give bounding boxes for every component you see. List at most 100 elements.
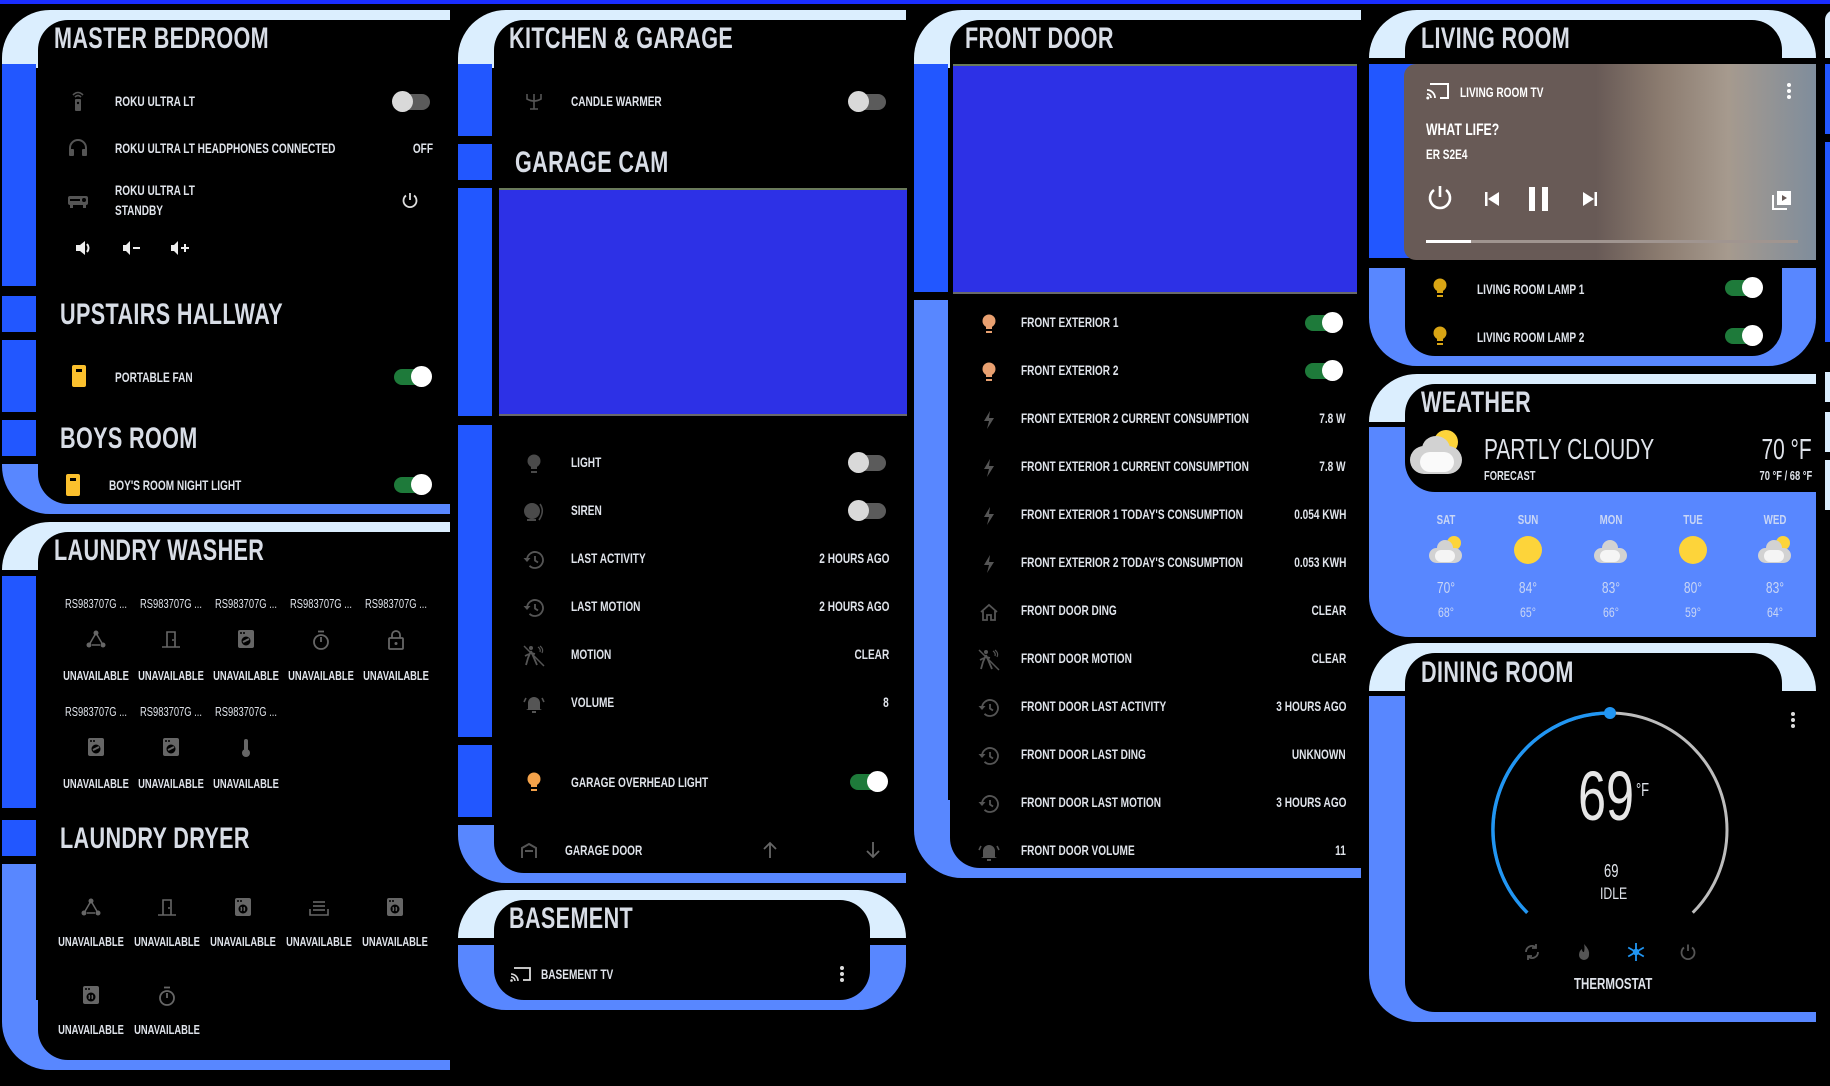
washer-entity-state: UNAVAILABLE	[63, 668, 129, 683]
fan-plug-icon	[67, 364, 91, 388]
flash-icon	[977, 408, 1001, 432]
power-button[interactable]	[398, 188, 422, 212]
forecast-high: 84°	[1518, 580, 1538, 597]
entity-toggle[interactable]	[848, 452, 886, 473]
dryer-icon[interactable]	[79, 986, 103, 1010]
night-light-toggle[interactable]	[394, 474, 432, 495]
basement-tv-label: BASEMENT TV	[541, 966, 614, 982]
lamp-2-toggle[interactable]	[1725, 325, 1763, 346]
roku-standby-state: STANDBY	[115, 202, 163, 218]
media-more-button[interactable]	[1786, 82, 1792, 105]
dryer-icon[interactable]	[231, 898, 255, 922]
roku-label: ROKU ULTRA LT	[115, 93, 195, 109]
entity-label: SIREN	[571, 502, 602, 518]
partial-segment	[1825, 142, 1830, 342]
mode-auto-button[interactable]	[1520, 940, 1544, 964]
garage-cam-title: GARAGE CAM	[515, 146, 669, 179]
mute-button[interactable]	[72, 236, 96, 260]
door-icon[interactable]	[159, 630, 183, 654]
thermostat-action: IDLE	[1600, 884, 1628, 903]
media-subtitle: ER S2E4	[1426, 146, 1468, 162]
door-icon[interactable]	[155, 898, 179, 922]
lamp-2-label: LIVING ROOM LAMP 2	[1477, 329, 1585, 345]
partial-segment	[1825, 412, 1830, 452]
lcars-segment	[2, 420, 36, 456]
media-browse-button[interactable]	[1772, 190, 1792, 215]
entity-label: FRONT DOOR MOTION	[1021, 650, 1132, 666]
thermostat-name: THERMOSTAT	[1574, 976, 1653, 993]
washer-entity-state: UNAVAILABLE	[213, 668, 279, 683]
entity-label: FRONT EXTERIOR 2 CURRENT CONSUMPTION	[1021, 410, 1249, 426]
washer-entity-name: RS983707G ...	[140, 704, 202, 719]
night-light-label: BOY'S ROOM NIGHT LIGHT	[109, 477, 242, 493]
lcars-segment	[458, 425, 492, 737]
media-power-button[interactable]	[1426, 184, 1454, 217]
washer-icon[interactable]	[84, 738, 108, 762]
washer-entity-name: RS983707G ...	[290, 596, 352, 611]
laundry-dryer-title: LAUNDRY DRYER	[60, 822, 250, 855]
front-door-camera-feed[interactable]	[953, 64, 1357, 294]
cloudy-icon	[1594, 536, 1628, 564]
lcars-segment	[2, 576, 36, 808]
media-progress-track[interactable]	[1426, 240, 1798, 243]
entity-label: FRONT EXTERIOR 2 TODAY'S CONSUMPTION	[1021, 554, 1243, 570]
timer-icon[interactable]	[309, 630, 333, 654]
top-accent-bar	[0, 0, 1830, 4]
garage-icon	[517, 839, 541, 863]
forecast-day: SUN	[1517, 512, 1539, 527]
entity-label: FRONT EXTERIOR 1	[1021, 314, 1119, 330]
partial-header	[1825, 10, 1830, 58]
next-track-button[interactable]	[1582, 191, 1598, 212]
garage-overhead-toggle[interactable]	[850, 771, 888, 792]
mode-cool-button[interactable]	[1624, 940, 1648, 964]
thermostat-target: 69	[1578, 757, 1635, 835]
previous-track-button[interactable]	[1484, 191, 1500, 212]
mode-off-button[interactable]	[1676, 940, 1700, 964]
entity-toggle[interactable]	[1305, 312, 1343, 333]
portable-fan-toggle[interactable]	[394, 366, 432, 387]
network-icon[interactable]	[79, 898, 103, 922]
volume-up-button[interactable]	[168, 236, 192, 260]
entity-value: 7.8 W	[1319, 410, 1346, 426]
candle-warmer-toggle[interactable]	[848, 91, 886, 112]
garage-camera-feed[interactable]	[499, 188, 907, 416]
flash-icon	[977, 504, 1001, 528]
entity-value: 3 HOURS AGO	[1275, 698, 1346, 714]
garage-open-button[interactable]	[758, 838, 782, 862]
history-icon	[522, 548, 546, 572]
washer-icon[interactable]	[159, 738, 183, 762]
forecast-day: SAT	[1436, 512, 1456, 527]
basement-tv-more-button[interactable]	[830, 962, 854, 986]
lock-icon[interactable]	[384, 630, 408, 654]
dryer-icon[interactable]	[383, 898, 407, 922]
partial-segment	[1825, 64, 1830, 134]
washer-entity-state: UNAVAILABLE	[288, 668, 354, 683]
washer-entity-state: UNAVAILABLE	[138, 776, 204, 791]
network-icon[interactable]	[84, 630, 108, 654]
pause-button[interactable]	[1528, 186, 1550, 217]
entity-label: FRONT DOOR VOLUME	[1021, 842, 1135, 858]
entity-value: CLEAR	[1311, 602, 1346, 618]
bulb-icon	[522, 452, 546, 476]
lamp-1-label: LIVING ROOM LAMP 1	[1477, 281, 1585, 297]
washer-icon[interactable]	[234, 630, 258, 654]
media-device-name: LIVING ROOM TV	[1460, 84, 1544, 100]
entity-toggle[interactable]	[848, 500, 886, 521]
entity-value: 0.053 KWH	[1293, 554, 1346, 570]
thermometer-icon[interactable]	[234, 738, 258, 762]
mode-heat-button[interactable]	[1572, 940, 1596, 964]
garage-close-button[interactable]	[861, 838, 885, 862]
headphones-icon	[66, 136, 90, 160]
entity-toggle[interactable]	[1305, 360, 1343, 381]
plug-icon	[61, 473, 85, 497]
forecast-high: 70°	[1436, 580, 1456, 597]
dining-room-title: DINING ROOM	[1421, 656, 1574, 689]
lamp-1-toggle[interactable]	[1725, 277, 1763, 298]
thermostat-more-button[interactable]	[1781, 708, 1805, 732]
tray-icon[interactable]	[307, 898, 331, 922]
history-icon	[977, 744, 1001, 768]
weather-title: WEATHER	[1421, 386, 1532, 419]
volume-down-button[interactable]	[120, 236, 144, 260]
timer-icon[interactable]	[155, 986, 179, 1010]
roku-toggle[interactable]	[392, 91, 430, 112]
